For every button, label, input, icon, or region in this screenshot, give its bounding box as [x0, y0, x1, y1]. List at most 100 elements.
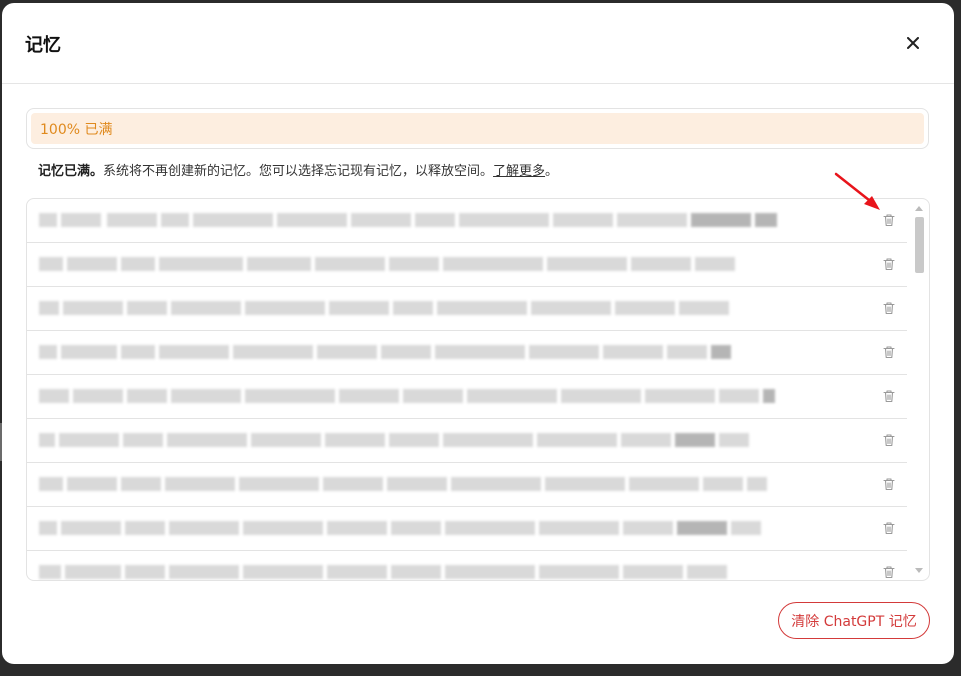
blur-block	[445, 565, 535, 579]
blur-block	[59, 433, 119, 447]
blur-block	[539, 565, 619, 579]
memory-row	[27, 331, 907, 375]
blur-block	[687, 565, 727, 579]
blur-block	[389, 433, 439, 447]
blur-block	[243, 565, 323, 579]
scroll-up-arrow[interactable]	[915, 206, 923, 211]
blur-block	[387, 477, 447, 491]
memory-text-blurred	[39, 209, 777, 231]
delete-memory-button[interactable]	[881, 432, 897, 448]
blur-block	[381, 345, 431, 359]
blur-block	[125, 565, 165, 579]
blur-block	[233, 345, 313, 359]
blur-block	[67, 257, 117, 271]
delete-memory-button[interactable]	[881, 300, 897, 316]
blur-block	[65, 565, 121, 579]
blur-block	[245, 389, 335, 403]
close-button[interactable]	[902, 32, 924, 54]
trash-icon	[883, 214, 895, 227]
blur-block	[719, 389, 759, 403]
scroll-down-arrow[interactable]	[915, 568, 923, 573]
blur-block	[667, 345, 707, 359]
blur-block	[731, 521, 761, 535]
memory-modal: 记忆 100% 已满 记忆已满。系统将不再创建新的记忆。您可以选择忘记现有记忆，…	[2, 3, 954, 664]
blur-block	[277, 213, 347, 227]
scrollbar[interactable]	[909, 199, 929, 580]
blur-block	[445, 521, 535, 535]
blur-block	[547, 257, 627, 271]
blur-block	[327, 565, 387, 579]
memory-text-blurred	[39, 429, 769, 451]
blur-block	[239, 477, 319, 491]
modal-title: 记忆	[25, 35, 61, 56]
memory-row	[27, 199, 907, 243]
blur-block	[451, 477, 541, 491]
trash-icon	[883, 302, 895, 315]
delete-memory-button[interactable]	[881, 520, 897, 536]
blur-block	[393, 301, 433, 315]
learn-more-link[interactable]: 了解更多	[493, 164, 545, 179]
memory-text-blurred	[39, 385, 775, 407]
blur-block	[73, 389, 123, 403]
blur-block	[763, 389, 775, 403]
blur-block	[621, 433, 671, 447]
memory-text-blurred	[39, 517, 769, 539]
blur-block	[391, 565, 441, 579]
delete-memory-button[interactable]	[881, 564, 897, 580]
memory-row	[27, 551, 907, 580]
delete-memory-button[interactable]	[881, 344, 897, 360]
blur-block	[537, 433, 617, 447]
blur-block	[61, 521, 121, 535]
memory-text-blurred	[39, 561, 769, 580]
memory-usage-label: 100% 已满	[40, 121, 113, 138]
blur-block	[159, 257, 243, 271]
blur-block	[251, 433, 321, 447]
blur-block	[323, 477, 383, 491]
blur-block	[167, 433, 247, 447]
blur-block	[39, 477, 63, 491]
blur-block	[403, 389, 463, 403]
delete-memory-button[interactable]	[881, 256, 897, 272]
blur-block	[703, 477, 743, 491]
delete-memory-button[interactable]	[881, 388, 897, 404]
blur-block	[339, 389, 399, 403]
blur-block	[39, 565, 61, 579]
blur-block	[317, 345, 377, 359]
memory-row	[27, 507, 907, 551]
blur-block	[617, 213, 687, 227]
blur-block	[711, 345, 731, 359]
memory-row	[27, 419, 907, 463]
blur-block	[747, 477, 767, 491]
blur-block	[675, 433, 715, 447]
delete-memory-button[interactable]	[881, 476, 897, 492]
blur-block	[161, 213, 189, 227]
delete-memory-button[interactable]	[881, 212, 897, 228]
blur-block	[539, 521, 619, 535]
blur-block	[61, 345, 117, 359]
blur-block	[389, 257, 439, 271]
blur-block	[123, 433, 163, 447]
blur-block	[603, 345, 663, 359]
memory-text-blurred	[39, 473, 769, 495]
blur-block	[435, 345, 525, 359]
blur-block	[67, 477, 117, 491]
blur-block	[169, 565, 239, 579]
clear-memory-button[interactable]: 清除 ChatGPT 记忆	[778, 602, 930, 639]
memory-text-blurred	[39, 341, 769, 363]
blur-block	[631, 257, 691, 271]
trash-icon	[883, 522, 895, 535]
blur-block	[623, 565, 683, 579]
scroll-thumb[interactable]	[915, 217, 924, 273]
blur-block	[459, 213, 549, 227]
blur-block	[61, 213, 101, 227]
memory-row	[27, 463, 907, 507]
blur-block	[127, 389, 167, 403]
blur-block	[121, 345, 155, 359]
trash-icon	[883, 346, 895, 359]
blur-block	[245, 301, 325, 315]
notice-bold: 记忆已满。	[38, 164, 104, 179]
blur-block	[691, 213, 751, 227]
trash-icon	[883, 478, 895, 491]
blur-block	[171, 301, 241, 315]
notice-text: 系统将不再创建新的记忆。您可以选择忘记现有记忆，以释放空间。	[103, 164, 494, 179]
